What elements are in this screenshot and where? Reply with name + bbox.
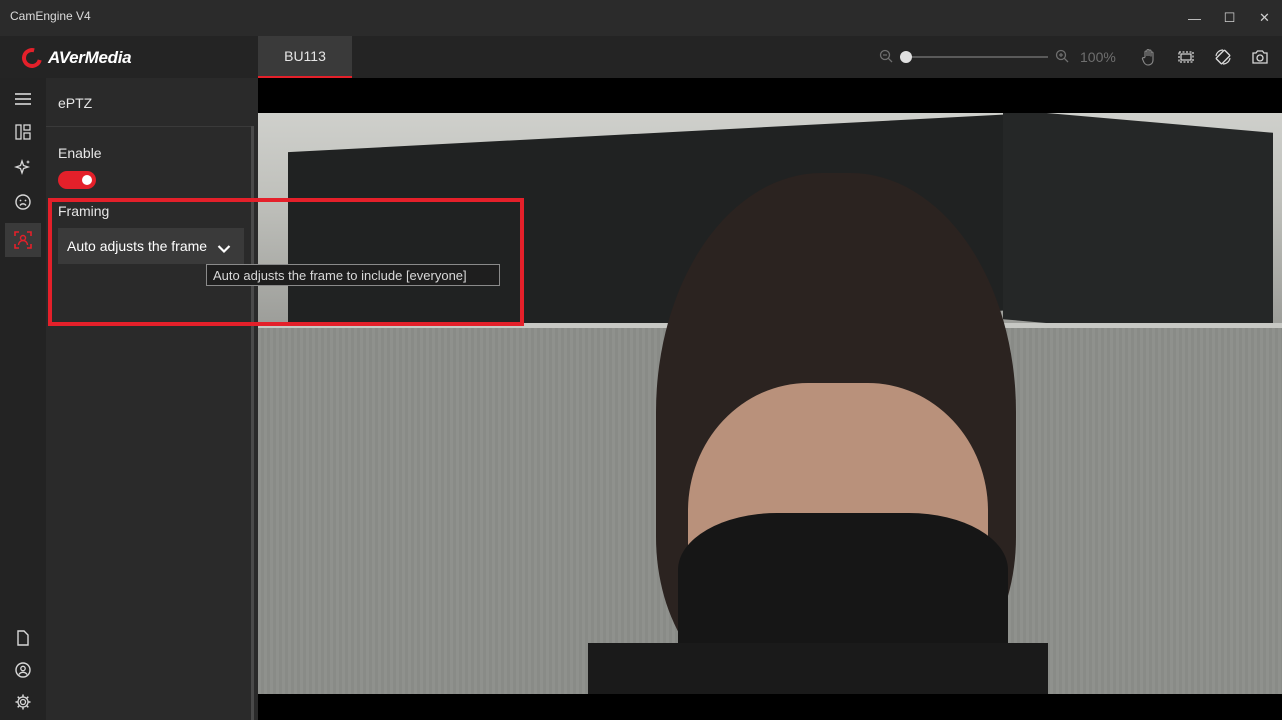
layout-icon[interactable]: [5, 115, 41, 149]
eptz-settings-panel: ePTZ Enable Framing Auto adjusts the fra…: [46, 78, 258, 720]
camera-preview[interactable]: [258, 78, 1282, 720]
chevron-down-icon: [217, 241, 231, 257]
toggle-knob: [82, 175, 92, 185]
minimize-button[interactable]: —: [1177, 0, 1212, 36]
title-bar: CamEngine V4 — ☐ ✕: [0, 0, 1282, 36]
enable-label: Enable: [58, 145, 102, 161]
zoom-level: 100%: [1080, 49, 1116, 65]
framing-tooltip: Auto adjusts the frame to include [every…: [206, 264, 500, 286]
framing-label: Framing: [58, 203, 110, 219]
window-controls: — ☐ ✕: [1177, 0, 1282, 36]
panel-title: ePTZ: [58, 95, 93, 111]
maximize-button[interactable]: ☐: [1212, 0, 1247, 36]
app-header: AVerMedia BU113 100%: [0, 36, 1282, 78]
effects-sparkle-icon[interactable]: [5, 150, 41, 184]
zoom-out-icon[interactable]: [876, 49, 896, 66]
zoom-control: 100%: [876, 47, 1116, 67]
menu-icon[interactable]: [5, 82, 41, 116]
face-icon[interactable]: [5, 185, 41, 219]
zoom-slider-thumb[interactable]: [900, 51, 912, 63]
rotate-icon[interactable]: [1204, 45, 1241, 69]
background-monitor: [1003, 113, 1273, 343]
close-button[interactable]: ✕: [1247, 0, 1282, 36]
view-toolbar: [1130, 45, 1278, 69]
video-feed: [258, 113, 1282, 694]
window-title: CamEngine V4: [10, 9, 91, 23]
framing-selected-value: Auto adjusts the frame: [67, 238, 208, 254]
snapshot-camera-icon[interactable]: [1241, 45, 1278, 69]
hand-pan-icon[interactable]: [1130, 45, 1167, 69]
framing-dropdown[interactable]: Auto adjusts the frame: [58, 228, 244, 264]
zoom-in-icon[interactable]: [1052, 49, 1072, 66]
document-icon[interactable]: [5, 621, 41, 655]
settings-gear-icon[interactable]: [5, 685, 41, 719]
brand-logo-icon: [18, 44, 46, 72]
panel-divider: [46, 126, 252, 127]
brand-name: AVerMedia: [48, 48, 132, 67]
zoom-slider[interactable]: [900, 51, 1048, 63]
panel-scrollbar[interactable]: [251, 126, 254, 720]
sidebar-rail: [0, 78, 46, 720]
eptz-framing-icon[interactable]: [5, 223, 41, 257]
tab-camera-bu113[interactable]: BU113: [258, 36, 352, 78]
account-icon[interactable]: [5, 653, 41, 687]
brand-logo: AVerMedia: [18, 44, 132, 72]
person-shirt: [588, 643, 1048, 694]
enable-toggle[interactable]: [58, 171, 96, 189]
fit-frame-icon[interactable]: [1167, 45, 1204, 69]
